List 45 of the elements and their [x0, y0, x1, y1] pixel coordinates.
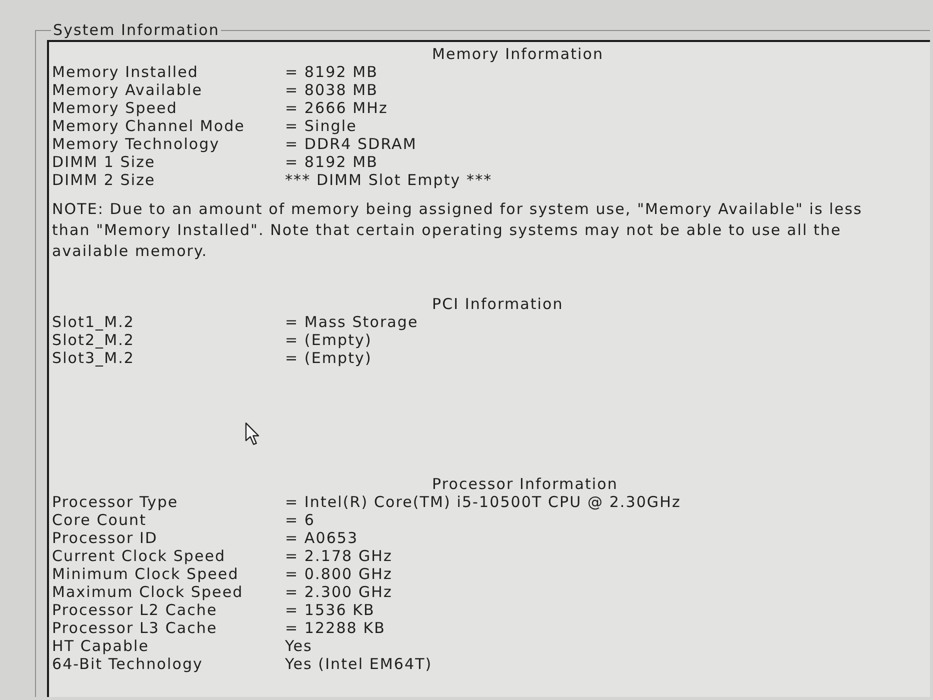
- note-text: NOTE: Due to an amount of memory being assigned for system use, "Memory Available" is less than "Memory Installed". Note that certain operating systems may not be able to use all the available memory.: [52, 199, 864, 262]
- field-label: HT Capable: [52, 637, 150, 655]
- field-label: Memory Installed: [52, 63, 198, 81]
- field-label: 64-Bit Technology: [52, 655, 203, 673]
- field-value: = 8192 MB: [285, 63, 378, 81]
- field-value: = Intel(R) Core(TM) i5-10500T CPU @ 2.30GHz: [285, 493, 681, 511]
- field-value: = 2666 MHz: [285, 99, 388, 117]
- field-label: Maximum Clock Speed: [52, 583, 244, 601]
- field-label: Memory Speed: [52, 99, 178, 117]
- field-label: DIMM 1 Size: [52, 153, 156, 171]
- field-value: = 12288 KB: [285, 619, 386, 637]
- field-label: Memory Available: [52, 81, 202, 99]
- field-value: = 0.800 GHz: [285, 565, 392, 583]
- field-value: = 8192 MB: [285, 153, 378, 171]
- field-label: Slot3_M.2: [52, 349, 134, 367]
- section-heading: Processor Information: [432, 475, 618, 493]
- field-value: = Single: [285, 117, 357, 135]
- group-box-title: System Information: [52, 21, 220, 39]
- field-value: = (Empty): [285, 331, 372, 349]
- field-value: = A0653: [285, 529, 358, 547]
- section-heading: PCI Information: [432, 295, 564, 313]
- field-value: = (Empty): [285, 349, 372, 367]
- field-value: = 2.178 GHz: [285, 547, 392, 565]
- field-label: Core Count: [52, 511, 147, 529]
- field-label: Slot2_M.2: [52, 331, 134, 349]
- field-value: = Mass Storage: [285, 313, 418, 331]
- field-value: *** DIMM Slot Empty ***: [285, 171, 492, 189]
- field-value: Yes (Intel EM64T): [285, 655, 432, 673]
- field-value: = 2.300 GHz: [285, 583, 392, 601]
- field-value: = 1536 KB: [285, 601, 375, 619]
- field-value: = DDR4 SDRAM: [285, 135, 417, 153]
- field-label: Memory Technology: [52, 135, 220, 153]
- field-label: Processor L3 Cache: [52, 619, 218, 637]
- field-label: Processor L2 Cache: [52, 601, 218, 619]
- field-value: Yes: [285, 637, 312, 655]
- section-heading: Memory Information: [432, 45, 604, 63]
- field-label: Current Clock Speed: [52, 547, 226, 565]
- field-label: Processor Type: [52, 493, 178, 511]
- field-label: Minimum Clock Speed: [52, 565, 239, 583]
- field-label: Processor ID: [52, 529, 158, 547]
- field-value: = 6: [285, 511, 316, 529]
- field-label: DIMM 2 Size: [52, 171, 156, 189]
- field-label: Slot1_M.2: [52, 313, 134, 331]
- field-label: Memory Channel Mode: [52, 117, 245, 135]
- field-value: = 8038 MB: [285, 81, 378, 99]
